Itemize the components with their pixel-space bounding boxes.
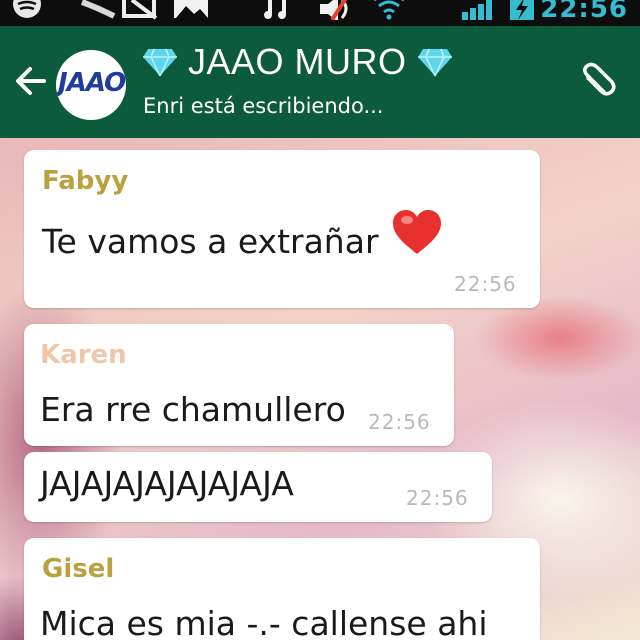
status-bar: 22:56 [0, 0, 640, 26]
message-bubble[interactable]: Fabyy Te vamos a extrañar 22:56 [24, 150, 540, 308]
diamond-icon [143, 48, 177, 77]
message-sender: Fabyy [42, 166, 129, 196]
group-avatar[interactable]: JAAO [56, 50, 126, 120]
message-time: 22:56 [454, 272, 517, 296]
message-bubble[interactable]: Karen Era rre chamullero 22:56 [24, 324, 454, 446]
chat-title: JAAO MURO [188, 41, 407, 82]
wifi-icon [374, 0, 404, 20]
music-note-icon [264, 0, 286, 19]
typing-status: Enri está escribiendo... [143, 94, 384, 118]
paperclip-icon[interactable] [574, 62, 618, 106]
message-bubble[interactable]: JAJAJAJAJAJAJAJA 22:56 [24, 452, 492, 522]
feather-icon [80, 0, 116, 19]
message-text: Mica es mia -.- callense ahi [40, 604, 488, 640]
message-text: Te vamos a extrañar [42, 222, 379, 261]
battery-charging-icon [510, 0, 534, 20]
diamond-icon [417, 48, 452, 77]
chat-header: JAAO JAAO MURO Enri está escribiendo... [0, 26, 640, 138]
message-sender: Gisel [42, 554, 115, 584]
spotify-icon [13, 0, 41, 18]
signal-icon [462, 0, 492, 20]
message-bubble[interactable]: Gisel Mica es mia -.- callense ahi [24, 538, 540, 640]
image-icon [174, 0, 208, 18]
status-time: 22:56 [540, 0, 628, 24]
message-text: Era rre chamullero [40, 390, 346, 429]
heart-icon [393, 210, 441, 254]
message-time: 22:56 [368, 410, 431, 434]
message-text: JAJAJAJAJAJAJAJA [40, 464, 294, 503]
mute-icon [320, 0, 348, 20]
back-arrow-icon[interactable] [14, 64, 48, 98]
message-time: 22:56 [406, 486, 469, 510]
screenshot-icon [122, 0, 158, 20]
chat-title-row[interactable]: JAAO MURO [142, 40, 453, 84]
message-sender: Karen [40, 340, 127, 370]
avatar-logo-text: JAAO [58, 68, 126, 98]
